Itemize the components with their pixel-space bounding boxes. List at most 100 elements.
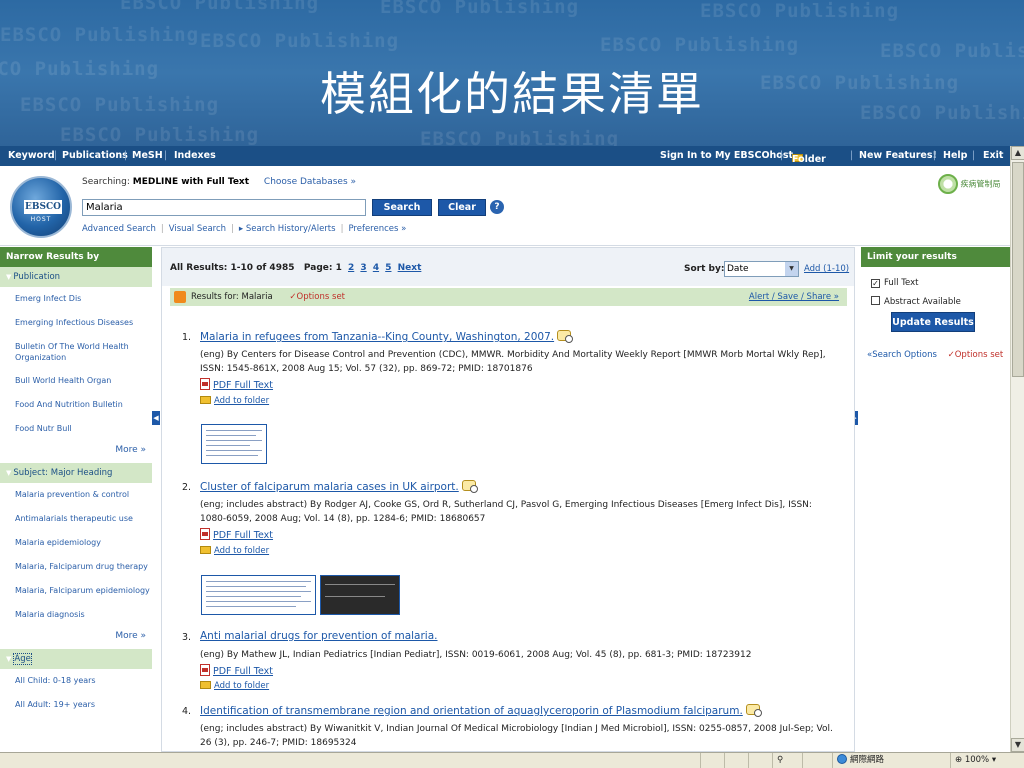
folder-icon bbox=[200, 396, 211, 404]
search-input[interactable] bbox=[82, 199, 366, 216]
nav-keyword[interactable]: Keyword bbox=[8, 150, 55, 161]
results-panel: All Results: 1-10 of 4985 Page: 1 2 3 4 … bbox=[161, 247, 855, 752]
result-title-link[interactable]: Identification of transmembrane region a… bbox=[200, 704, 762, 717]
facet-item[interactable]: Antimalarials therapeutic use bbox=[0, 507, 152, 531]
abstract-available-option[interactable]: Abstract Available bbox=[871, 296, 961, 307]
add-to-folder-link[interactable]: Add to folder bbox=[200, 396, 269, 406]
help-icon[interactable]: ? bbox=[490, 200, 504, 214]
page-thumbnail[interactable] bbox=[201, 575, 316, 615]
preview-icon[interactable] bbox=[557, 330, 574, 343]
add-to-folder-link[interactable]: Add to folder bbox=[200, 681, 269, 691]
search-history-link[interactable]: ▸ Search History/Alerts bbox=[239, 224, 336, 234]
vertical-scrollbar[interactable]: ▲ ▼ bbox=[1010, 146, 1024, 752]
clear-button[interactable]: Clear bbox=[438, 199, 486, 216]
scroll-down-icon[interactable]: ▼ bbox=[1011, 738, 1024, 752]
globe-icon bbox=[837, 754, 847, 764]
facet-publication[interactable]: ▼ Publication bbox=[0, 267, 152, 287]
visual-search-link[interactable]: Visual Search bbox=[169, 224, 226, 234]
nav-signin-link[interactable]: Sign In to My EBSCOhost bbox=[660, 150, 793, 161]
watermark: EBSCO Publishing bbox=[200, 30, 400, 52]
choose-databases-link[interactable]: Choose Databases » bbox=[264, 177, 356, 187]
search-button[interactable]: Search bbox=[372, 199, 432, 216]
facet-item[interactable]: Malaria, Falciparum epidemiology bbox=[0, 579, 152, 603]
ebsco-logo[interactable]: EBSCO HOST bbox=[10, 176, 72, 238]
result-title-link[interactable]: Malaria in refugees from Tanzania--King … bbox=[200, 330, 574, 343]
nav-exit[interactable]: Exit bbox=[983, 150, 1003, 161]
full-text-checkbox[interactable]: ✓ bbox=[871, 279, 880, 288]
collapse-left-icon[interactable]: ◀ bbox=[152, 411, 160, 425]
page-thumbnail[interactable] bbox=[320, 575, 400, 615]
facet-subject[interactable]: ▼ Subject: Major Heading bbox=[0, 463, 152, 483]
facet-item[interactable]: Emerg Infect Dis bbox=[0, 287, 152, 311]
facet-item[interactable]: Malaria prevention & control bbox=[0, 483, 152, 507]
page-thumbnail[interactable] bbox=[201, 424, 267, 464]
scroll-up-icon[interactable]: ▲ bbox=[1011, 146, 1024, 160]
caret-down-icon: ▼ bbox=[6, 273, 12, 281]
pdf-full-text-link[interactable]: PDF Full Text bbox=[200, 664, 273, 677]
nav-indexes[interactable]: Indexes bbox=[174, 150, 216, 161]
facet-item[interactable]: Emerging Infectious Diseases bbox=[0, 311, 152, 335]
nav-new-features[interactable]: New Features! bbox=[859, 150, 937, 161]
facet-item[interactable]: Bulletin Of The World Health Organizatio… bbox=[0, 335, 152, 369]
preferences-link[interactable]: Preferences » bbox=[348, 224, 406, 234]
partner-logo-icon bbox=[938, 174, 958, 194]
nav-help[interactable]: Help bbox=[943, 150, 967, 161]
page-link[interactable]: 5 bbox=[385, 263, 391, 273]
page-link[interactable]: 4 bbox=[373, 263, 379, 273]
pdf-full-text-link[interactable]: PDF Full Text bbox=[200, 528, 273, 541]
zoom-control[interactable]: ⊕ 100% ▾ bbox=[950, 753, 1024, 768]
full-text-option[interactable]: ✓ Full Text bbox=[871, 278, 918, 288]
pdf-full-text-link[interactable]: PDF Full Text bbox=[200, 378, 273, 391]
result-title-link[interactable]: Anti malarial drugs for prevention of ma… bbox=[200, 630, 438, 642]
abstract-checkbox[interactable] bbox=[871, 296, 880, 305]
caret-down-icon: ▼ bbox=[6, 655, 12, 663]
advanced-search-link[interactable]: Advanced Search bbox=[82, 224, 156, 234]
options-set-link[interactable]: ✓Options set bbox=[289, 292, 345, 302]
add-range-link[interactable]: Add (1-10) bbox=[804, 264, 849, 274]
result-number: 1. bbox=[182, 332, 192, 343]
search-options-row: «Search Options ✓Options set bbox=[867, 350, 1003, 360]
nav-publications[interactable]: Publications bbox=[62, 150, 128, 161]
result-number: 4. bbox=[182, 706, 192, 717]
preview-icon[interactable] bbox=[461, 480, 478, 493]
facet-item[interactable]: All Child: 0-18 years bbox=[0, 669, 152, 693]
result-title-link[interactable]: Cluster of falciparum malaria cases in U… bbox=[200, 480, 478, 493]
preview-icon[interactable] bbox=[745, 704, 762, 717]
security-icon: ⚲ bbox=[777, 755, 784, 765]
nav-mesh[interactable]: MeSH bbox=[132, 150, 163, 161]
facet-age[interactable]: ▼ Age bbox=[0, 649, 152, 669]
page-link[interactable]: 2 bbox=[348, 263, 354, 273]
limit-results-sidebar: Limit your results ✓ Full Text Abstract A… bbox=[861, 247, 1010, 752]
watermark: EBSCO Publishing bbox=[380, 0, 580, 18]
options-set-link[interactable]: ✓Options set bbox=[948, 350, 1004, 360]
facet-item[interactable]: Bull World Health Organ bbox=[0, 369, 152, 393]
facet-item[interactable]: Food And Nutrition Bulletin bbox=[0, 393, 152, 417]
update-results-button[interactable]: Update Results bbox=[891, 312, 975, 332]
facet-item[interactable]: Food Nutr Bull bbox=[0, 417, 152, 441]
search-options-link[interactable]: «Search Options bbox=[867, 350, 937, 360]
scroll-thumb[interactable] bbox=[1012, 162, 1024, 377]
logo-subtext: HOST bbox=[30, 216, 52, 223]
database-name: MEDLINE with Full Text bbox=[132, 177, 250, 187]
facet-item[interactable]: Malaria diagnosis bbox=[0, 603, 152, 627]
alert-save-share-link[interactable]: Alert / Save / Share » bbox=[749, 292, 839, 302]
more-subjects-link[interactable]: More » bbox=[0, 627, 152, 649]
facet-item[interactable]: Malaria epidemiology bbox=[0, 531, 152, 555]
rss-icon[interactable] bbox=[174, 291, 186, 303]
facet-item[interactable]: Malaria, Falciparum drug therapy bbox=[0, 555, 152, 579]
sort-select[interactable]: Date ▼ bbox=[724, 261, 799, 277]
dropdown-arrow-icon: ▼ bbox=[785, 262, 798, 276]
top-navigation: Keyword | Publications | MeSH | Indexes … bbox=[0, 146, 1010, 166]
slide-title: 模組化的結果清單 bbox=[320, 67, 704, 121]
page-link[interactable]: 3 bbox=[360, 263, 366, 273]
nav-separator: | bbox=[164, 150, 168, 161]
next-page-link[interactable]: Next bbox=[398, 263, 422, 273]
add-to-folder-link[interactable]: Add to folder bbox=[200, 546, 269, 556]
facet-item[interactable]: All Adult: 19+ years bbox=[0, 693, 152, 717]
more-publications-link[interactable]: More » bbox=[0, 441, 152, 463]
status-cell bbox=[748, 753, 772, 768]
results-for-query: Malaria bbox=[241, 292, 273, 302]
searching-info: Searching: MEDLINE with Full Text Choose… bbox=[82, 177, 356, 187]
partner-logo[interactable]: 疾病管制局 bbox=[938, 174, 1006, 196]
status-cell bbox=[700, 753, 724, 768]
